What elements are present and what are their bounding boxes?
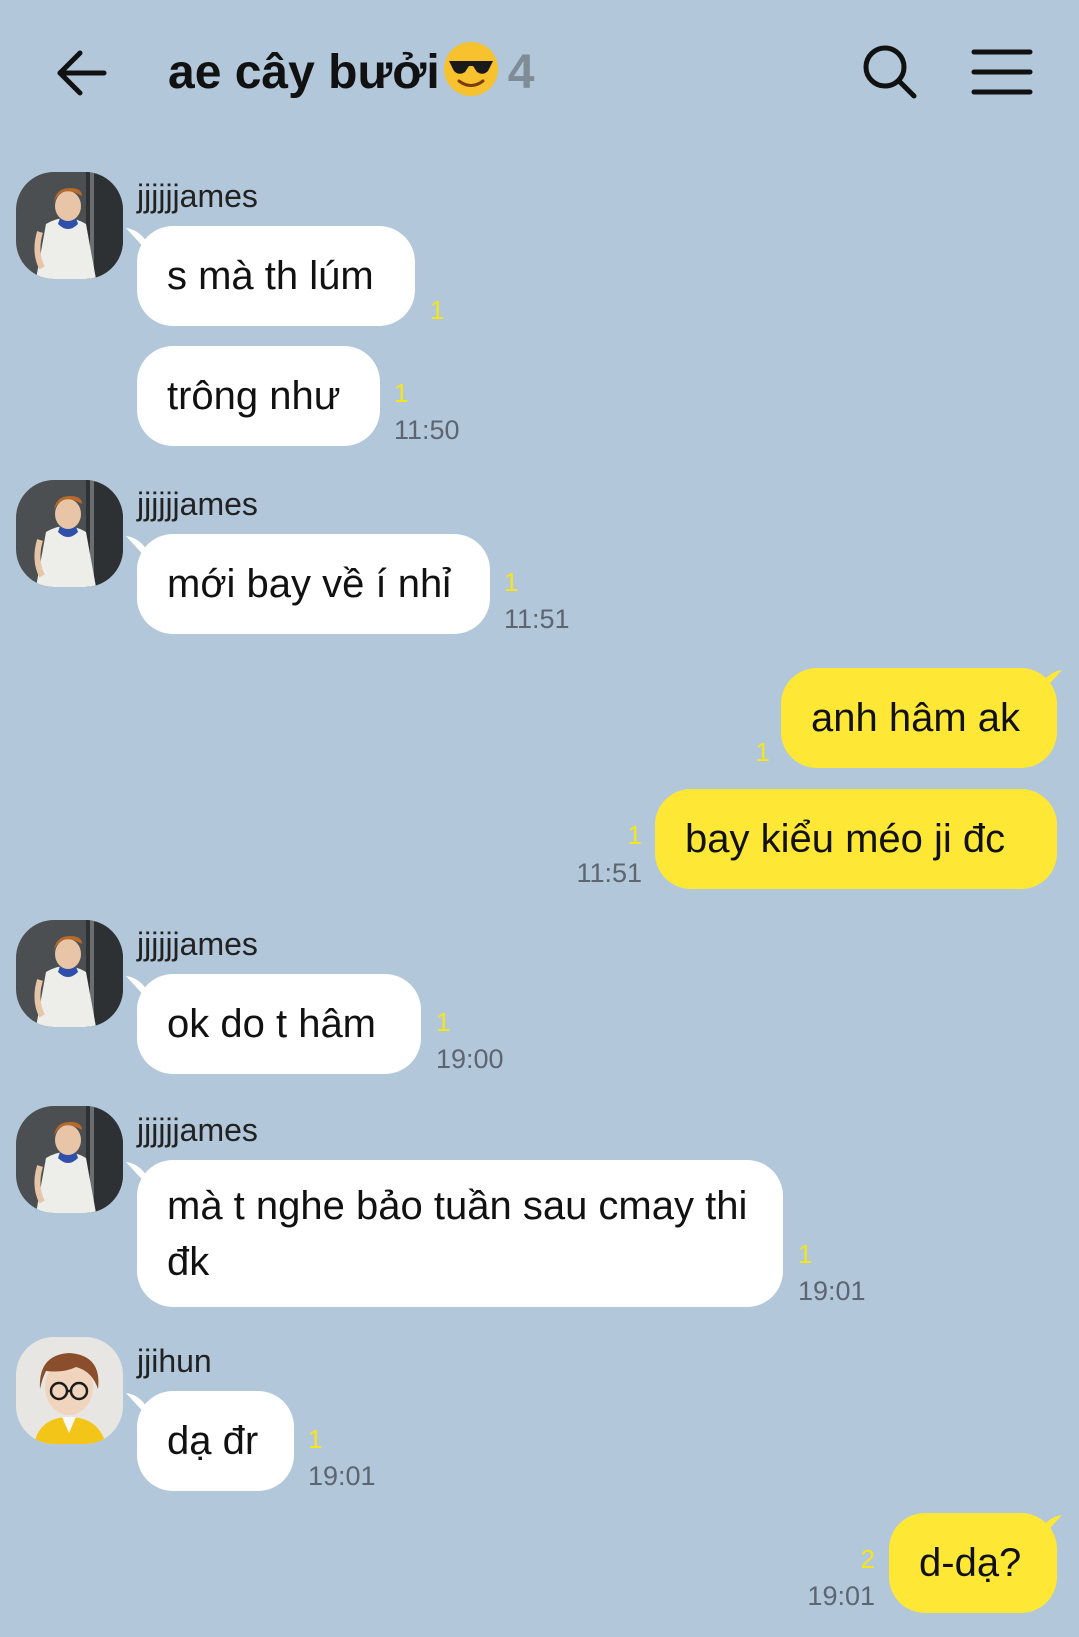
unread-count: 1 bbox=[627, 820, 642, 850]
avatar[interactable] bbox=[16, 1337, 123, 1444]
sender-name: jjihun bbox=[137, 1343, 212, 1379]
message-time: 19:00 bbox=[436, 1044, 504, 1074]
message-time: 11:51 bbox=[576, 858, 642, 888]
arrow-left-icon bbox=[57, 50, 107, 96]
message-bubble[interactable]: mới bay về í nhỉ bbox=[137, 534, 490, 634]
member-count: 4 bbox=[507, 46, 535, 99]
back-button[interactable] bbox=[48, 38, 118, 108]
message-time: 11:50 bbox=[394, 415, 460, 445]
message-bubble[interactable]: anh hâm ak bbox=[781, 668, 1057, 768]
chat-header: ae cây bưởi 4 bbox=[0, 0, 1079, 150]
message-bubble[interactable]: mà t nghe bảo tuần sau cmay thi đk bbox=[137, 1160, 783, 1307]
search-button[interactable] bbox=[858, 40, 922, 104]
chat-title-text: ae cây bưởi bbox=[168, 46, 440, 99]
menu-button[interactable] bbox=[970, 44, 1034, 104]
avatar[interactable] bbox=[16, 480, 123, 587]
avatar[interactable] bbox=[16, 172, 123, 279]
unread-count: 2 bbox=[860, 1544, 875, 1574]
unread-count: 1 bbox=[430, 295, 445, 325]
avatar[interactable] bbox=[16, 920, 123, 1027]
message-bubble[interactable]: trông như bbox=[137, 346, 380, 446]
unread-count: 1 bbox=[436, 1007, 451, 1037]
unread-count: 1 bbox=[308, 1424, 323, 1454]
unread-count: 1 bbox=[798, 1239, 813, 1269]
unread-count: 1 bbox=[755, 737, 770, 767]
chat-title: ae cây bưởi 4 bbox=[168, 40, 534, 106]
search-icon bbox=[863, 45, 917, 99]
smiling-face-with-sunglasses-icon bbox=[442, 40, 500, 98]
message-bubble[interactable]: d-dạ? bbox=[889, 1513, 1057, 1613]
sender-name: jjjjjjames bbox=[137, 1112, 258, 1148]
avatar[interactable] bbox=[16, 1106, 123, 1213]
unread-count: 1 bbox=[504, 567, 519, 597]
sender-name: jjjjjjames bbox=[137, 926, 258, 962]
message-time: 19:01 bbox=[798, 1276, 866, 1306]
message-bubble[interactable]: bay kiểu méo ji đc bbox=[655, 789, 1057, 889]
message-bubble[interactable]: dạ đr bbox=[137, 1391, 294, 1491]
message-bubble[interactable]: ok do t hâm bbox=[137, 974, 421, 1074]
message-time: 19:01 bbox=[308, 1461, 376, 1491]
message-bubble[interactable]: s mà th lúm bbox=[137, 226, 415, 326]
sender-name: jjjjjjames bbox=[137, 178, 258, 214]
unread-count: 1 bbox=[394, 378, 409, 408]
message-time: 19:01 bbox=[807, 1581, 875, 1611]
sender-name: jjjjjjames bbox=[137, 486, 258, 522]
message-time: 11:51 bbox=[504, 604, 570, 634]
hamburger-menu-icon bbox=[971, 49, 1033, 95]
